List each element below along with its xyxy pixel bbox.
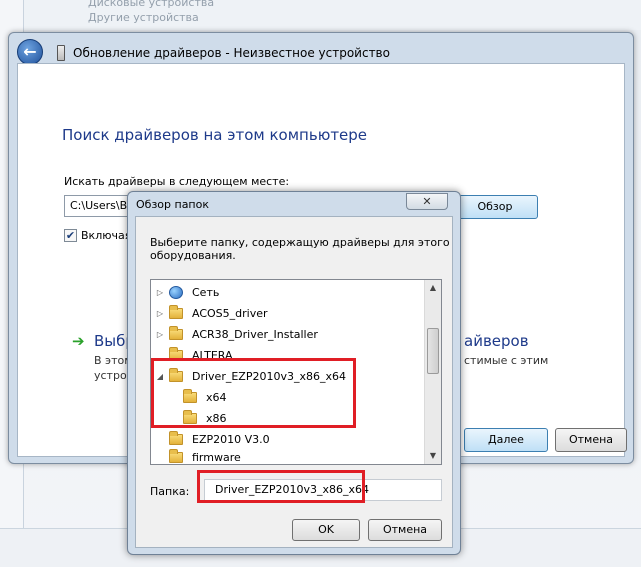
folder-icon	[168, 305, 183, 319]
expand-toggle-icon[interactable]: ▷	[155, 326, 165, 344]
dialog-description: Выберите папку, содержащую драйверы для …	[150, 236, 450, 249]
tree-item-folder[interactable]: firmware	[155, 449, 241, 464]
tree-item-label: firmware	[192, 451, 241, 464]
device-icon	[57, 45, 65, 61]
tree-item-label: ACOS5_driver	[192, 307, 268, 320]
ghost-line: Дисковые устройства	[88, 0, 215, 9]
cancel-button[interactable]: Отмена	[555, 428, 627, 452]
dialog-title: Обзор папок	[136, 198, 209, 211]
expand-toggle-icon[interactable]: ▷	[155, 305, 165, 323]
ok-button[interactable]: OK	[292, 519, 360, 541]
choose-driver-desc-tail: стимые с этим	[464, 354, 549, 367]
background-device-list: Дисковые устройства Другие устройства	[24, 0, 641, 30]
folder-icon	[168, 449, 183, 463]
tree-item-folder[interactable]: ▷ ACOS5_driver	[155, 305, 268, 323]
scroll-thumb[interactable]	[427, 328, 439, 374]
tree-item-folder[interactable]: ▷ ACR38_Driver_Installer	[155, 326, 318, 344]
expand-toggle-icon[interactable]: ▷	[155, 284, 165, 302]
dialog-description: оборудования.	[150, 249, 236, 262]
tree-item-network[interactable]: ▷ Сеть	[155, 284, 219, 302]
tree-scrollbar[interactable]: ▲ ▼	[424, 280, 441, 464]
page-heading: Поиск драйверов на этом компьютере	[62, 126, 368, 144]
network-icon	[168, 286, 183, 299]
dialog-cancel-button[interactable]: Отмена	[368, 519, 442, 541]
scroll-down-icon[interactable]: ▼	[425, 448, 441, 464]
folder-label: Папка:	[150, 485, 190, 498]
search-location-label: Искать драйверы в следующем месте:	[64, 175, 290, 188]
green-arrow-icon: ➔	[72, 332, 85, 350]
tree-item-folder[interactable]: EZP2010 V3.0	[155, 431, 270, 449]
back-arrow-icon: ←	[23, 42, 37, 61]
scroll-up-icon[interactable]: ▲	[425, 280, 441, 296]
browse-button[interactable]: Обзор	[452, 195, 538, 219]
folder-icon	[168, 326, 183, 340]
choose-driver-link-tail[interactable]: айверов	[464, 332, 529, 350]
next-button[interactable]: Далее	[464, 428, 548, 452]
wizard-title: Обновление драйверов - Неизвестное устро…	[73, 46, 390, 60]
tree-item-label: Сеть	[192, 286, 220, 299]
include-subfolders-checkbox[interactable]: ✔	[64, 229, 77, 242]
close-button[interactable]: ✕	[406, 193, 448, 210]
close-icon: ✕	[422, 195, 432, 208]
tree-item-label: ACR38_Driver_Installer	[192, 328, 318, 341]
folder-icon	[168, 431, 183, 445]
highlight-box	[151, 358, 356, 428]
back-button[interactable]: ←	[17, 39, 43, 65]
tree-item-label: EZP2010 V3.0	[192, 433, 270, 446]
ghost-line: Другие устройства	[88, 11, 199, 24]
highlight-box	[197, 470, 365, 503]
